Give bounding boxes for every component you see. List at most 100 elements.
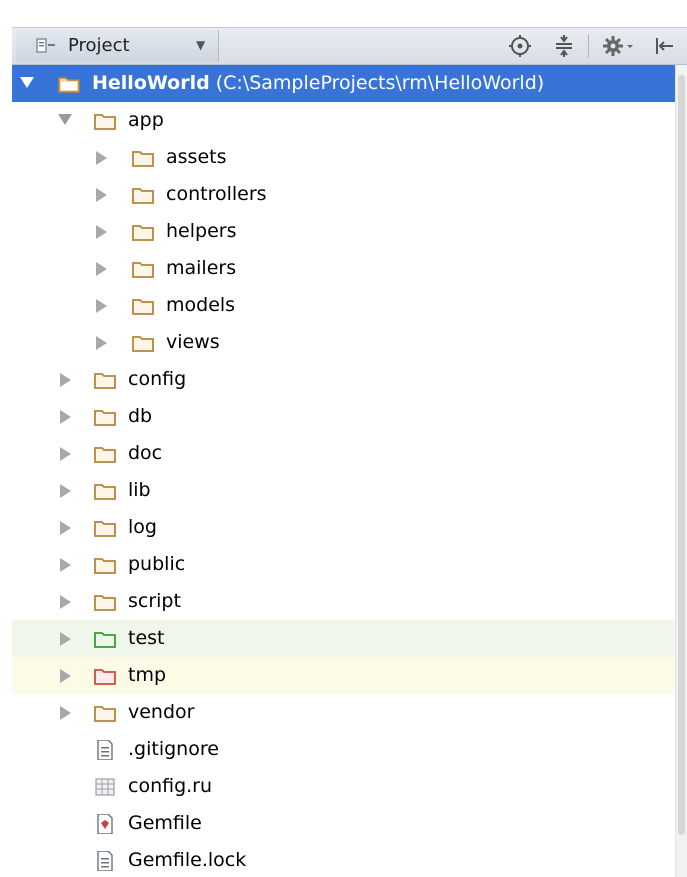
collapse-all-icon[interactable] — [552, 34, 576, 58]
collapsed-arrow-icon[interactable] — [58, 657, 78, 694]
folder-icon — [58, 77, 80, 93]
project-view-icon — [36, 38, 55, 53]
tree-item-label: doc — [128, 442, 163, 464]
view-selector-label: Project — [68, 35, 130, 56]
tree-item-label: lib — [128, 479, 151, 501]
hide-icon[interactable] — [652, 34, 676, 58]
tree-item-db[interactable]: db — [12, 398, 675, 435]
text-file-icon — [97, 851, 113, 871]
tree-item-script[interactable]: script — [12, 583, 675, 620]
tree-item-test[interactable]: test — [12, 620, 675, 657]
collapsed-arrow-icon[interactable] — [58, 583, 78, 620]
folder-icon — [94, 373, 116, 389]
folder-icon — [132, 151, 154, 167]
expanded-arrow-icon[interactable] — [18, 65, 38, 102]
tree-item-root[interactable]: HelloWorld (C:\SampleProjects\rm\HelloWo… — [12, 65, 675, 102]
tree-item-label: .gitignore — [128, 738, 219, 760]
folder-icon — [94, 595, 116, 611]
settings-icon[interactable] — [602, 34, 636, 58]
collapsed-arrow-icon[interactable] — [58, 361, 78, 398]
folder-icon — [132, 262, 154, 278]
folder-icon — [132, 336, 154, 352]
tree-item-mailers[interactable]: mailers — [12, 250, 675, 287]
tree-item-app[interactable]: app — [12, 102, 675, 139]
gemfile-icon — [97, 814, 113, 834]
tree-item-label: config — [128, 368, 187, 390]
collapsed-arrow-icon[interactable] — [58, 509, 78, 546]
collapsed-arrow-icon[interactable] — [94, 139, 114, 176]
tree-item-label: HelloWorld (C:\SampleProjects\rm\HelloWo… — [92, 72, 544, 94]
tree-item-label: views — [166, 331, 220, 353]
tree-item-label: script — [128, 590, 181, 612]
folder-icon — [132, 188, 154, 204]
folder-icon — [94, 706, 116, 722]
tree-item-label: models — [166, 294, 236, 316]
tree-item-label: db — [128, 405, 153, 427]
tree-item-label: helpers — [166, 220, 237, 242]
tree-item-label: controllers — [166, 183, 267, 205]
collapsed-arrow-icon[interactable] — [58, 472, 78, 509]
tree-item-lib[interactable]: lib — [12, 472, 675, 509]
folder-icon — [94, 410, 116, 426]
collapsed-arrow-icon[interactable] — [58, 694, 78, 731]
tree-item-label: config.ru — [128, 775, 213, 797]
collapsed-arrow-icon[interactable] — [94, 213, 114, 250]
folder-icon — [94, 447, 116, 463]
test-folder-icon — [94, 632, 116, 648]
root-name: HelloWorld — [92, 72, 210, 94]
collapsed-arrow-icon[interactable] — [94, 176, 114, 213]
tree-item-tmp[interactable]: tmp — [12, 657, 675, 694]
tree-item-views[interactable]: views — [12, 324, 675, 361]
locate-icon[interactable] — [508, 34, 532, 58]
tree-item-label: mailers — [166, 257, 237, 279]
root-path: (C:\SampleProjects\rm\HelloWorld) — [215, 72, 545, 94]
tree-item-label: Gemfile — [128, 812, 202, 834]
tree-item-label: public — [128, 553, 186, 575]
tree-item-gemfile-lock[interactable]: Gemfile.lock — [12, 842, 675, 877]
collapsed-arrow-icon[interactable] — [94, 324, 114, 361]
tree-item-gemfile[interactable]: Gemfile — [12, 805, 675, 842]
tree-item-gitignore[interactable]: .gitignore — [12, 731, 675, 768]
expanded-arrow-icon[interactable] — [56, 102, 76, 139]
folder-icon — [94, 114, 116, 130]
tree-item-controllers[interactable]: controllers — [12, 176, 675, 213]
folder-icon — [94, 521, 116, 537]
folder-icon — [94, 484, 116, 500]
project-tree: HelloWorld (C:\SampleProjects\rm\HelloWo… — [12, 65, 675, 877]
top-margin — [0, 0, 687, 27]
tree-item-models[interactable]: models — [12, 287, 675, 324]
collapsed-arrow-icon[interactable] — [94, 287, 114, 324]
tree-item-label: app — [128, 109, 164, 131]
tree-item-public[interactable]: public — [12, 546, 675, 583]
folder-icon — [132, 225, 154, 241]
tree-item-doc[interactable]: doc — [12, 435, 675, 472]
view-selector-dropdown[interactable]: Project ▼ — [16, 30, 219, 62]
text-file-icon — [97, 740, 113, 760]
collapsed-arrow-icon[interactable] — [58, 546, 78, 583]
collapsed-arrow-icon[interactable] — [94, 250, 114, 287]
collapsed-arrow-icon[interactable] — [58, 398, 78, 435]
tree-item-config-ru[interactable]: config.ru — [12, 768, 675, 805]
scrollbar-thumb[interactable] — [678, 75, 685, 835]
tree-item-label: vendor — [128, 701, 195, 723]
excluded-folder-icon — [94, 669, 116, 685]
tree-item-log[interactable]: log — [12, 509, 675, 546]
tree-item-assets[interactable]: assets — [12, 139, 675, 176]
tree-item-label: Gemfile.lock — [128, 849, 247, 871]
folder-icon — [94, 558, 116, 574]
tree-item-label: log — [128, 516, 157, 538]
tree-item-label: tmp — [128, 664, 167, 686]
folder-icon — [132, 299, 154, 315]
project-tool-window: Project ▼ HelloWorld (C:\SampleProjects\… — [0, 0, 687, 877]
chevron-down-icon: ▼ — [196, 38, 206, 52]
vertical-scrollbar[interactable] — [675, 65, 687, 877]
tree-item-config[interactable]: config — [12, 361, 675, 398]
tree-item-label: test — [128, 627, 165, 649]
collapsed-arrow-icon[interactable] — [58, 435, 78, 472]
tree-item-helpers[interactable]: helpers — [12, 213, 675, 250]
toolbar-separator — [588, 34, 589, 58]
collapsed-arrow-icon[interactable] — [58, 620, 78, 657]
project-toolbar: Project ▼ — [12, 27, 687, 65]
ruby-config-file-icon — [95, 778, 115, 796]
tree-item-vendor[interactable]: vendor — [12, 694, 675, 731]
